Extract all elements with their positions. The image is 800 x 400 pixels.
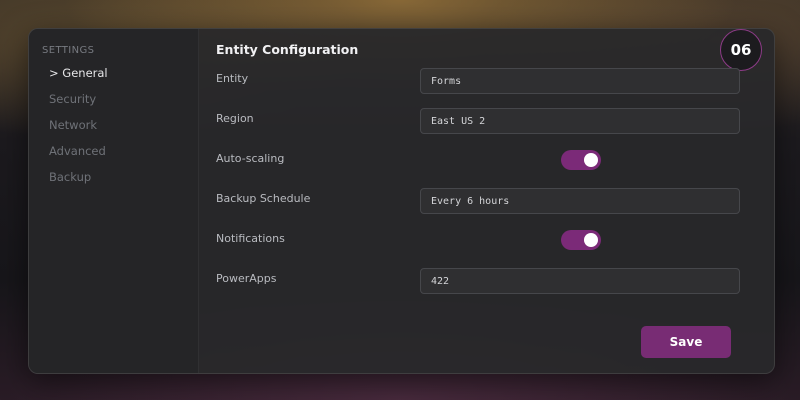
page-title: Entity Configuration (216, 42, 359, 57)
region-input[interactable] (420, 108, 740, 134)
sidebar-item-advanced[interactable]: Advanced (49, 144, 106, 158)
notifications-label: Notifications (216, 232, 285, 245)
step-badge: 06 (720, 29, 762, 71)
sidebar-item-network[interactable]: Network (49, 118, 97, 132)
backup-schedule-input[interactable] (420, 188, 740, 214)
save-button[interactable]: Save (641, 326, 731, 358)
notifications-toggle[interactable] (561, 230, 601, 250)
sidebar-item-security[interactable]: Security (49, 92, 96, 106)
toggle-knob (584, 233, 598, 247)
sidebar-item-backup[interactable]: Backup (49, 170, 91, 184)
settings-panel: SETTINGS > General Security Network Adva… (28, 28, 775, 374)
powerapps-input[interactable] (420, 268, 740, 294)
auto-scaling-toggle[interactable] (561, 150, 601, 170)
region-label: Region (216, 112, 254, 125)
main-content: Entity Configuration 06 Entity Region Au… (199, 29, 774, 373)
sidebar-item-general[interactable]: > General (49, 66, 108, 80)
toggle-knob (584, 153, 598, 167)
powerapps-label: PowerApps (216, 272, 277, 285)
entity-label: Entity (216, 72, 249, 85)
auto-scaling-label: Auto-scaling (216, 152, 285, 165)
entity-input[interactable] (420, 68, 740, 94)
backup-schedule-label: Backup Schedule (216, 192, 311, 205)
sidebar-heading: SETTINGS (42, 45, 95, 56)
sidebar: SETTINGS > General Security Network Adva… (29, 29, 199, 373)
